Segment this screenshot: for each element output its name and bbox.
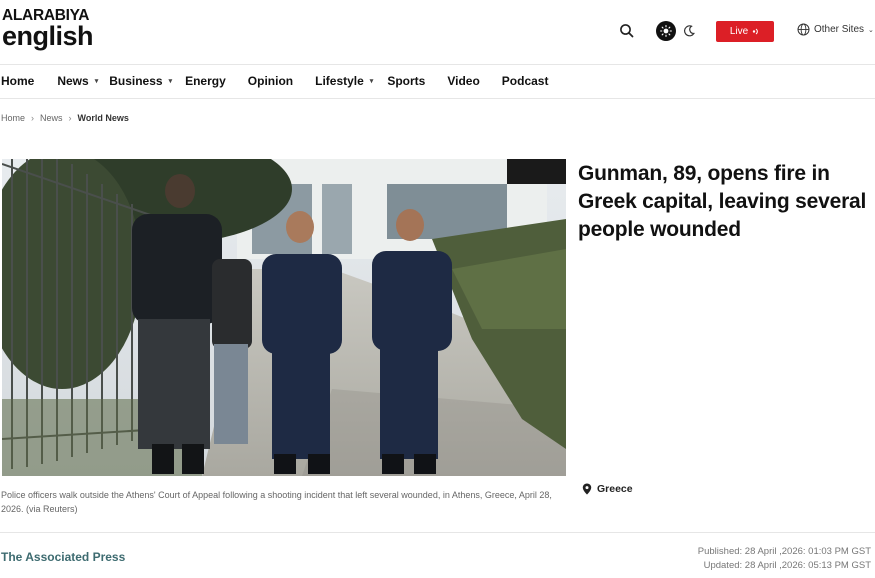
chevron-right-icon: › bbox=[68, 113, 72, 123]
article-hero-image bbox=[2, 159, 566, 476]
breadcrumb-news[interactable]: News bbox=[40, 113, 63, 123]
nav-item-home[interactable]: Home bbox=[1, 74, 34, 88]
globe-icon bbox=[797, 23, 810, 36]
light-mode-button[interactable] bbox=[656, 21, 676, 41]
live-label: Live bbox=[729, 26, 749, 37]
moon-icon[interactable] bbox=[682, 24, 696, 38]
breadcrumb-current: World News bbox=[77, 113, 129, 123]
article-source[interactable]: The Associated Press bbox=[1, 550, 125, 564]
nav-item-podcast[interactable]: Podcast bbox=[502, 74, 549, 88]
nav-label: Sports bbox=[387, 74, 426, 88]
nav-label: Opinion bbox=[247, 74, 294, 88]
nav-label: Business bbox=[109, 74, 163, 88]
updated-date: Updated: 28 April ,2026: 05:13 PM GST bbox=[703, 560, 871, 571]
image-caption: Police officers walk outside the Athens'… bbox=[1, 490, 552, 514]
nav-label: Podcast bbox=[501, 74, 549, 88]
location-pin-icon bbox=[582, 483, 592, 495]
breadcrumb: Home › News › World News bbox=[1, 113, 129, 123]
chevron-down-icon: ▾ bbox=[94, 78, 99, 85]
other-sites-label: Other Sites bbox=[814, 24, 865, 35]
nav-label: Lifestyle bbox=[315, 74, 364, 88]
theme-toggle[interactable] bbox=[656, 21, 696, 41]
nav-item-video[interactable]: Video bbox=[447, 74, 479, 88]
site-logo[interactable]: ALARABIYA english bbox=[2, 8, 94, 51]
nav-item-energy[interactable]: Energy bbox=[185, 74, 226, 88]
breadcrumb-home[interactable]: Home bbox=[1, 113, 25, 123]
nav-item-business[interactable]: Business ▾ bbox=[109, 74, 172, 88]
header-divider bbox=[0, 64, 875, 65]
article-dates: Published: 28 April ,2026: 01:03 PM GST … bbox=[698, 545, 871, 573]
live-broadcast-icon bbox=[752, 28, 758, 35]
chevron-down-icon: ▾ bbox=[168, 78, 173, 85]
nav-label: News bbox=[57, 74, 89, 88]
live-button[interactable]: Live bbox=[716, 21, 774, 42]
search-icon bbox=[620, 24, 634, 38]
search-button[interactable] bbox=[618, 22, 636, 40]
published-date: Published: 28 April ,2026: 01:03 PM GST bbox=[697, 546, 871, 557]
sun-icon bbox=[660, 25, 672, 37]
nav-item-opinion[interactable]: Opinion bbox=[248, 74, 293, 88]
chevron-down-icon: ▾ bbox=[369, 78, 374, 85]
main-nav: Home News ▾ Business ▾ Energy Opinion Li… bbox=[0, 72, 548, 90]
nav-label: Video bbox=[447, 74, 480, 88]
logo-wordmark-bottom: english bbox=[2, 21, 94, 51]
chevron-down-icon: ⌄ bbox=[868, 26, 874, 34]
article-headline: Gunman, 89, opens fire in Greek capital,… bbox=[578, 162, 867, 241]
nav-label: Home bbox=[1, 74, 35, 88]
other-sites-dropdown[interactable]: Other Sites ⌄ bbox=[797, 23, 874, 36]
nav-item-sports[interactable]: Sports bbox=[387, 74, 425, 88]
nav-divider bbox=[0, 98, 875, 99]
nav-item-news[interactable]: News ▾ bbox=[57, 74, 98, 88]
location-label: Greece bbox=[597, 483, 633, 495]
nav-item-lifestyle[interactable]: Lifestyle ▾ bbox=[315, 74, 373, 88]
location-tag[interactable]: Greece bbox=[582, 483, 633, 495]
nav-label: Energy bbox=[185, 74, 226, 88]
meta-divider bbox=[0, 532, 875, 533]
chevron-right-icon: › bbox=[31, 113, 35, 123]
